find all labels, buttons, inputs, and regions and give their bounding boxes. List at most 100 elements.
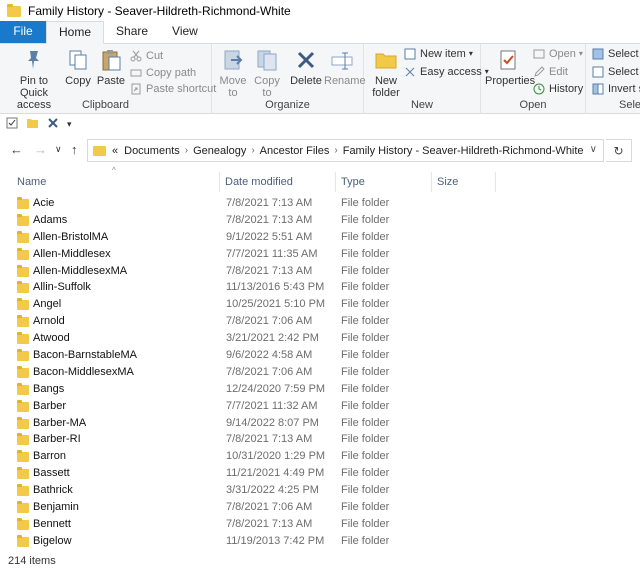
- breadcrumb-overflow[interactable]: «: [112, 145, 118, 157]
- folder-icon: [17, 501, 29, 514]
- file-row[interactable]: Bigelow 11/19/2013 7:42 PM File folder: [0, 533, 640, 550]
- file-row[interactable]: Benjamin 7/8/2021 7:06 AM File folder: [0, 499, 640, 516]
- breadcrumb-genealogy[interactable]: Genealogy: [193, 145, 246, 157]
- file-name: Allen-Middlesex: [33, 247, 111, 260]
- file-name: Barber-MA: [33, 416, 87, 429]
- copy-button[interactable]: Copy: [63, 48, 93, 87]
- copy-path-button[interactable]: Copy path: [130, 65, 196, 81]
- file-row[interactable]: Bacon-MiddlesexMA 7/8/2021 7:06 AM File fo…: [0, 364, 640, 381]
- tab-share[interactable]: Share: [104, 21, 160, 43]
- file-date-modified: 12/24/2020 7:59 PM: [226, 382, 326, 395]
- file-name: Acie: [33, 197, 55, 209]
- column-header-date-modified[interactable]: Date modified: [220, 172, 336, 192]
- new-folder-button[interactable]: New folder: [370, 48, 402, 99]
- chevron-down-icon[interactable]: ▾: [67, 119, 72, 130]
- paste-shortcut-button[interactable]: Paste shortcut: [130, 81, 216, 97]
- file-row[interactable]: Angel 10/25/2021 5:10 PM File folder: [0, 296, 640, 313]
- file-row[interactable]: Barber 7/7/2021 11:32 AM File folder: [0, 398, 640, 415]
- select-none-icon: [592, 66, 604, 78]
- file-row[interactable]: Acie 7/8/2021 7:13 AM File folder: [0, 195, 640, 212]
- properties-label: Properties: [485, 75, 536, 87]
- easy-access-label: Easy access: [420, 66, 482, 78]
- file-type: File folder: [341, 247, 390, 260]
- address-dropdown-chevron-icon[interactable]: ∨: [590, 144, 597, 155]
- file-type: File folder: [341, 281, 390, 294]
- file-row[interactable]: Barber-RI 7/8/2021 7:13 AM File folder: [0, 431, 640, 448]
- close-icon[interactable]: [47, 117, 59, 132]
- file-row[interactable]: Bacon-BarnstableMA 9/6/2022 4:58 AM File f…: [0, 347, 640, 364]
- properties-check-icon[interactable]: [6, 117, 18, 132]
- column-header-size[interactable]: Size: [432, 172, 496, 192]
- history-button[interactable]: History: [533, 81, 583, 97]
- file-date-modified: 7/8/2021 7:06 AM: [226, 315, 313, 328]
- address-bar[interactable]: « Documents › Genealogy › Ancestor Files…: [87, 139, 604, 162]
- file-type: File folder: [341, 264, 390, 277]
- ribbon: Pin to Quick access Copy Paste Cut Copy …: [0, 44, 640, 114]
- file-row[interactable]: Bassett 11/21/2021 4:49 PM File folder: [0, 465, 640, 482]
- file-type: File folder: [341, 315, 390, 328]
- breadcrumb-documents[interactable]: Documents: [124, 145, 180, 157]
- file-row[interactable]: Adams 7/8/2021 7:13 AM File folder: [0, 212, 640, 229]
- history-label: History: [549, 83, 584, 95]
- invert-selection-button[interactable]: Invert s: [592, 81, 640, 97]
- file-row[interactable]: Bennett 7/8/2021 7:13 AM File folder: [0, 516, 640, 533]
- folder-icon: [17, 416, 29, 429]
- breadcrumb-separator-icon: ›: [251, 145, 255, 156]
- file-row[interactable]: Bathrick 3/31/2022 4:25 PM File folder: [0, 482, 640, 499]
- delete-x-icon: [294, 48, 318, 72]
- file-date-modified: 7/8/2021 7:13 AM: [226, 197, 313, 209]
- new-item-button[interactable]: New item ▾: [404, 46, 473, 62]
- column-header-name[interactable]: Name: [12, 172, 220, 192]
- copy-to-button[interactable]: Copy to: [252, 48, 282, 99]
- recent-locations-chevron-icon[interactable]: ∨: [55, 144, 62, 155]
- move-to-icon: [221, 48, 245, 72]
- file-row[interactable]: Allen-BristolMA 9/1/2022 5:51 AM File fold…: [0, 229, 640, 246]
- folder-icon: [17, 382, 29, 395]
- paste-button[interactable]: Paste: [96, 48, 126, 87]
- invert-selection-label: Invert s: [608, 83, 640, 95]
- file-type: File folder: [341, 365, 390, 378]
- file-row[interactable]: Barron 10/31/2020 1:29 PM File folder: [0, 448, 640, 465]
- copy-to-icon: [255, 48, 279, 72]
- file-date-modified: 3/31/2022 4:25 PM: [226, 484, 319, 497]
- open-button[interactable]: Open ▾: [533, 46, 583, 62]
- organize-group: Move to Copy to Delete Rename Organize: [212, 44, 366, 114]
- file-type: File folder: [341, 450, 390, 463]
- file-row[interactable]: Bangs 12/24/2020 7:59 PM File folder: [0, 381, 640, 398]
- file-row[interactable]: Allin-Suffolk 11/13/2016 5:43 PM File fold…: [0, 279, 640, 296]
- move-to-button[interactable]: Move to: [218, 48, 248, 99]
- folder-icon[interactable]: [26, 117, 39, 132]
- easy-access-button[interactable]: Easy access ▾: [404, 64, 489, 80]
- tab-file[interactable]: File: [0, 21, 46, 43]
- select-all-label: Select a: [608, 48, 640, 60]
- refresh-icon[interactable]: ↻: [606, 139, 632, 162]
- file-name: Bigelow: [33, 534, 72, 547]
- clipboard-group: Pin to Quick access Copy Paste Cut Copy …: [0, 44, 216, 114]
- edit-icon: [533, 66, 545, 78]
- cut-button[interactable]: Cut: [130, 48, 163, 64]
- delete-button[interactable]: Delete: [290, 48, 322, 87]
- select-none-button[interactable]: Select n: [592, 64, 640, 80]
- pin-icon: [22, 48, 46, 72]
- select-all-button[interactable]: Select a: [592, 46, 640, 62]
- breadcrumb-ancestor-files[interactable]: Ancestor Files: [260, 145, 330, 157]
- folder-icon: [7, 3, 21, 17]
- tab-home[interactable]: Home: [46, 21, 105, 44]
- up-arrow-icon[interactable]: ↑: [71, 142, 78, 157]
- breadcrumb-current-folder[interactable]: Family History - Seaver-Hildreth-Richmon…: [343, 145, 584, 157]
- chevron-down-icon: ▾: [468, 49, 473, 58]
- file-date-modified: 7/8/2021 7:13 AM: [226, 213, 313, 226]
- forward-arrow-icon[interactable]: →: [34, 142, 47, 157]
- rename-button[interactable]: Rename: [324, 48, 366, 87]
- tab-view[interactable]: View: [160, 21, 210, 43]
- edit-button[interactable]: Edit: [533, 64, 568, 80]
- file-row[interactable]: Barber-MA 9/14/2022 8:07 PM File folder: [0, 415, 640, 432]
- file-row[interactable]: Arnold 7/8/2021 7:06 AM File folder: [0, 313, 640, 330]
- properties-button[interactable]: Properties: [485, 48, 535, 87]
- column-header-type[interactable]: Type: [336, 172, 432, 192]
- file-row[interactable]: Atwood 3/21/2021 2:42 PM File folder: [0, 330, 640, 347]
- back-arrow-icon[interactable]: ←: [10, 142, 23, 157]
- file-row[interactable]: Allen-MiddlesexMA 7/8/2021 7:13 AM File fo…: [0, 263, 640, 280]
- file-row[interactable]: Allen-Middlesex 7/7/2021 11:35 AM File fol…: [0, 246, 640, 263]
- organize-group-label: Organize: [265, 99, 310, 111]
